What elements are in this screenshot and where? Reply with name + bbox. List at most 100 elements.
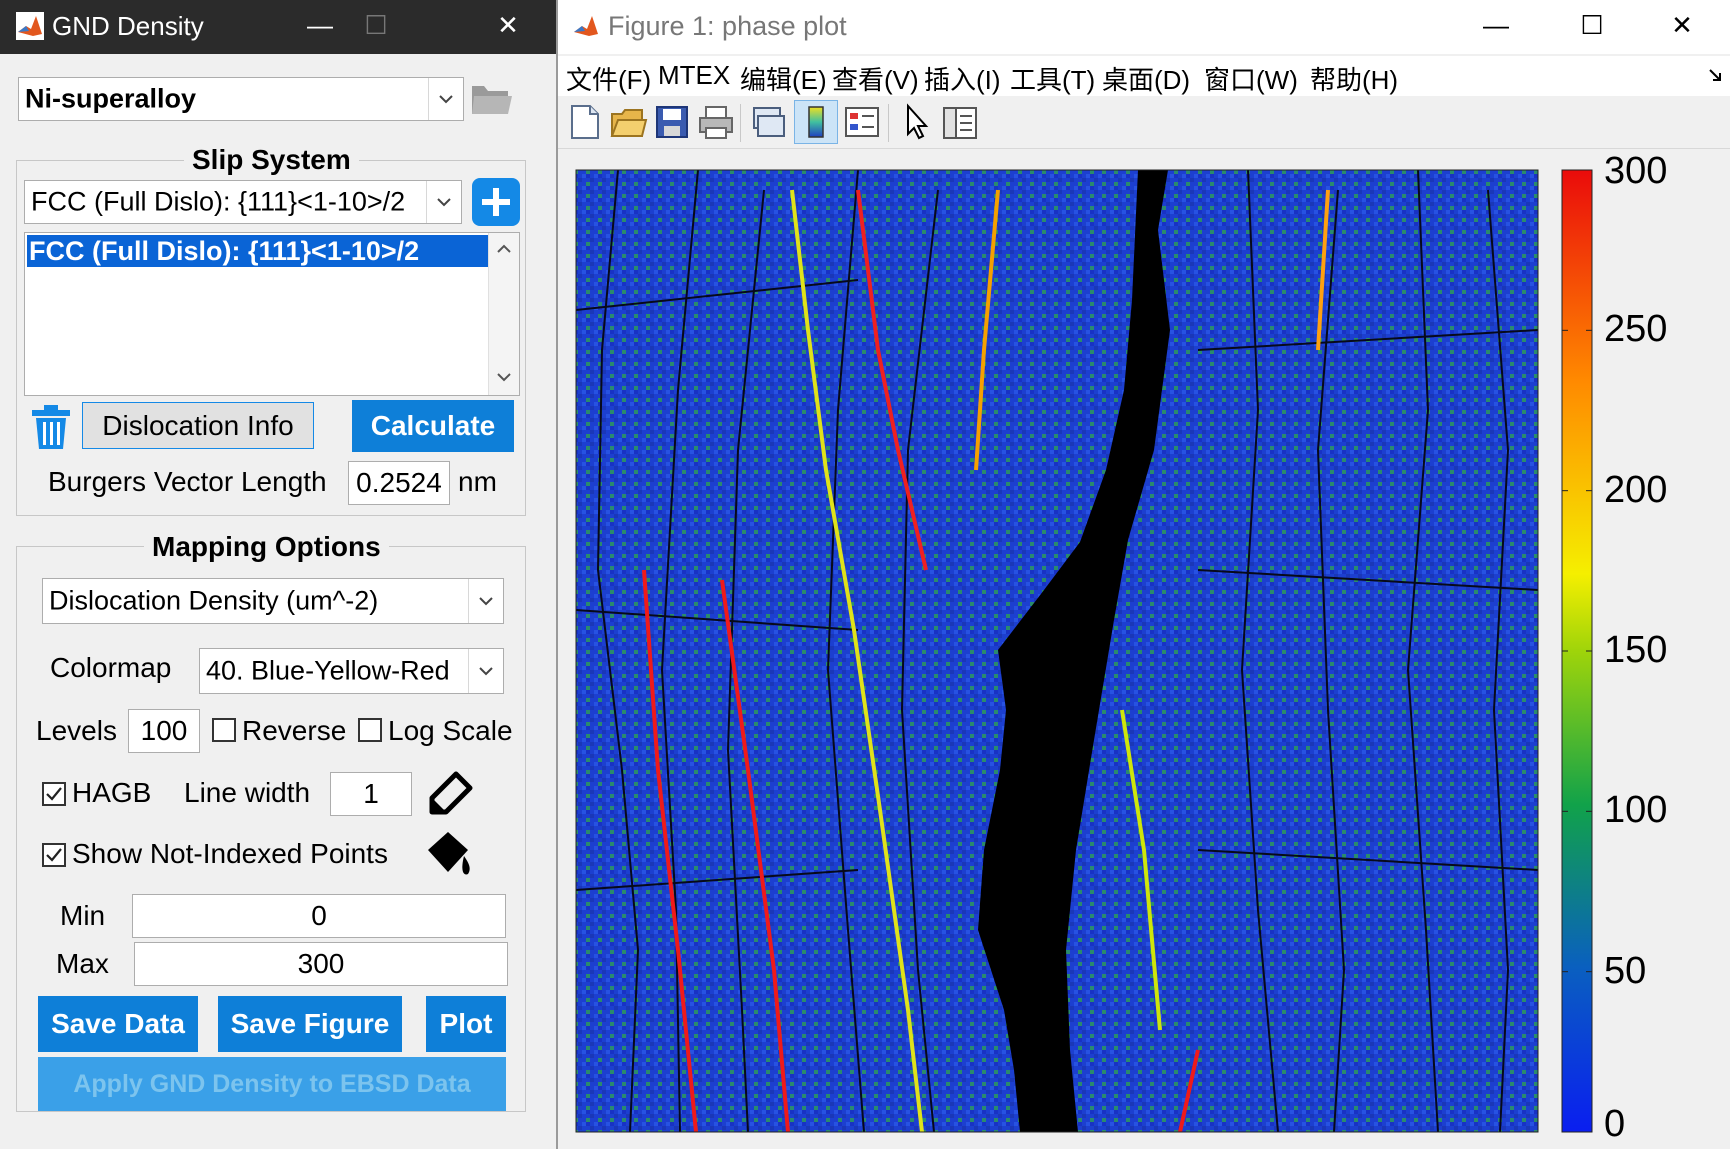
folder-icon[interactable] bbox=[470, 80, 514, 118]
show-not-indexed-label: Show Not-Indexed Points bbox=[72, 838, 388, 869]
log-scale-checkbox[interactable] bbox=[358, 718, 382, 742]
chevron-down-icon bbox=[468, 649, 503, 693]
max-field[interactable]: 300 bbox=[134, 942, 508, 986]
menu-edit[interactable]: 编辑(E) bbox=[740, 60, 827, 97]
slip-system-title: Slip System bbox=[184, 144, 359, 176]
figure-title-bar: Figure 1: phase plot — ☐ ✕ bbox=[558, 0, 1730, 54]
reverse-label: Reverse bbox=[242, 715, 347, 746]
gnd-title-bar: GND Density — ☐ ✕ bbox=[0, 0, 556, 54]
colormap-label: Colormap bbox=[50, 652, 172, 683]
figure-canvas: 300 250 200 150 100 50 0 bbox=[558, 150, 1730, 1149]
list-scrollbar[interactable] bbox=[488, 233, 519, 395]
slip-system-list-item[interactable]: FCC (Full Dislo): {111}<1-10>/2 bbox=[27, 235, 489, 267]
toolbar-separator bbox=[740, 104, 741, 142]
legend-icon[interactable] bbox=[842, 102, 882, 142]
slip-system-dropdown[interactable]: FCC (Full Dislo): {111}<1-10>/2 bbox=[24, 180, 462, 224]
pointer-icon[interactable] bbox=[896, 102, 936, 142]
colormap-dropdown[interactable]: 40. Blue-Yellow-Red bbox=[199, 648, 504, 694]
mapping-quantity-dropdown[interactable]: Dislocation Density (um^-2) bbox=[42, 578, 504, 624]
levels-label: Levels bbox=[36, 715, 117, 746]
link-plot-icon[interactable] bbox=[748, 102, 788, 142]
toolbar-separator bbox=[888, 104, 889, 142]
colorbar-tick-label: 100 bbox=[1604, 789, 1668, 832]
slip-system-value: FCC (Full Dislo): {111}<1-10>/2 bbox=[31, 186, 406, 217]
mapping-quantity-value: Dislocation Density (um^-2) bbox=[49, 585, 379, 616]
minimize-button[interactable]: — bbox=[296, 0, 344, 50]
checkmark-icon bbox=[46, 787, 62, 801]
burgers-vector-label: Burgers Vector Length bbox=[48, 466, 327, 497]
levels-field[interactable]: 100 bbox=[128, 709, 200, 753]
chevron-down-icon[interactable] bbox=[496, 369, 512, 385]
chevron-down-icon bbox=[468, 579, 503, 623]
trash-icon[interactable] bbox=[28, 404, 74, 450]
calculate-button[interactable]: Calculate bbox=[352, 400, 514, 452]
plot-button[interactable]: Plot bbox=[426, 996, 506, 1052]
menu-desktop[interactable]: 桌面(D) bbox=[1102, 60, 1190, 97]
save-icon[interactable] bbox=[652, 102, 692, 142]
save-data-button[interactable]: Save Data bbox=[38, 996, 198, 1052]
min-label: Min bbox=[60, 900, 106, 931]
plus-icon bbox=[482, 188, 510, 216]
colorbar-tick-label: 300 bbox=[1604, 150, 1668, 192]
gnd-density-map[interactable] bbox=[558, 150, 1730, 1149]
line-width-label: Line width bbox=[184, 777, 311, 808]
colorbar-toggle-button[interactable] bbox=[794, 100, 838, 144]
checkmark-icon bbox=[46, 848, 62, 862]
open-file-icon[interactable] bbox=[608, 102, 648, 142]
menu-help[interactable]: 帮助(H) bbox=[1310, 60, 1398, 97]
dislocation-info-button[interactable]: Dislocation Info bbox=[82, 402, 314, 449]
menu-bar: 文件(F) MTEX 编辑(E) 查看(V) 插入(I) 工具(T) 桌面(D)… bbox=[558, 56, 1730, 96]
max-label: Max bbox=[56, 948, 109, 979]
save-figure-button[interactable]: Save Figure bbox=[218, 996, 402, 1052]
maximize-button[interactable]: ☐ bbox=[352, 0, 400, 50]
menu-file[interactable]: 文件(F) bbox=[566, 60, 651, 97]
menu-tools[interactable]: 工具(T) bbox=[1010, 60, 1095, 97]
close-button[interactable]: ✕ bbox=[1658, 0, 1706, 50]
maximize-button[interactable]: ☐ bbox=[1568, 0, 1616, 50]
reverse-checkbox[interactable] bbox=[212, 718, 236, 742]
minimize-button[interactable]: — bbox=[1472, 0, 1520, 50]
colorbar-tick-label: 250 bbox=[1604, 308, 1668, 351]
line-width-field[interactable]: 1 bbox=[330, 772, 412, 816]
burgers-unit: nm bbox=[458, 466, 497, 497]
material-value: Ni-superalloy bbox=[25, 83, 197, 114]
colorbar-tick-label: 50 bbox=[1604, 949, 1647, 992]
menu-mtex[interactable]: MTEX bbox=[658, 60, 730, 91]
slip-system-list[interactable]: FCC (Full Dislo): {111}<1-10>/2 bbox=[24, 232, 520, 396]
matlab-logo-icon bbox=[574, 16, 598, 36]
gnd-density-window: GND Density — ☐ ✕ Ni-superalloy Slip Sys… bbox=[0, 0, 558, 1149]
property-inspector-icon[interactable] bbox=[940, 102, 980, 142]
paint-bucket-icon[interactable] bbox=[424, 828, 474, 880]
close-button[interactable]: ✕ bbox=[484, 0, 532, 50]
chevron-down-icon bbox=[426, 181, 461, 223]
pen-color-icon[interactable] bbox=[424, 770, 474, 818]
figure-window: Figure 1: phase plot — ☐ ✕ 文件(F) MTEX 编辑… bbox=[558, 0, 1730, 1149]
hagb-checkbox[interactable] bbox=[42, 782, 66, 806]
colorbar-tick-label: 150 bbox=[1604, 629, 1668, 671]
log-scale-label: Log Scale bbox=[388, 715, 513, 746]
chevron-down-icon bbox=[428, 78, 463, 120]
hagb-label: HAGB bbox=[72, 777, 152, 808]
print-icon[interactable] bbox=[696, 102, 736, 142]
show-not-indexed-checkbox[interactable] bbox=[42, 843, 66, 867]
menu-insert[interactable]: 插入(I) bbox=[924, 60, 1001, 97]
menu-window[interactable]: 窗口(W) bbox=[1204, 60, 1298, 97]
add-slip-system-button[interactable] bbox=[472, 178, 520, 226]
new-figure-icon[interactable] bbox=[564, 102, 604, 142]
colorbar-tick-label: 200 bbox=[1604, 468, 1668, 511]
colormap-value: 40. Blue-Yellow-Red bbox=[206, 655, 450, 686]
colorbar-icon bbox=[808, 106, 824, 138]
map-content bbox=[576, 170, 1538, 1132]
apply-gnd-button[interactable]: Apply GND Density to EBSD Data bbox=[38, 1057, 506, 1111]
dock-arrow-icon[interactable] bbox=[1708, 68, 1724, 84]
burgers-vector-field[interactable]: 0.2524 bbox=[348, 461, 450, 505]
matlab-logo-icon bbox=[16, 12, 44, 40]
chevron-up-icon[interactable] bbox=[496, 241, 512, 257]
material-dropdown[interactable]: Ni-superalloy bbox=[18, 77, 464, 121]
min-field[interactable]: 0 bbox=[132, 894, 506, 938]
colorbar-tick-label: 0 bbox=[1604, 1103, 1626, 1145]
gnd-window-title: GND Density bbox=[52, 11, 204, 41]
figure-toolbar bbox=[558, 98, 1730, 149]
menu-view[interactable]: 查看(V) bbox=[832, 60, 919, 97]
figure-window-title: Figure 1: phase plot bbox=[608, 11, 847, 41]
